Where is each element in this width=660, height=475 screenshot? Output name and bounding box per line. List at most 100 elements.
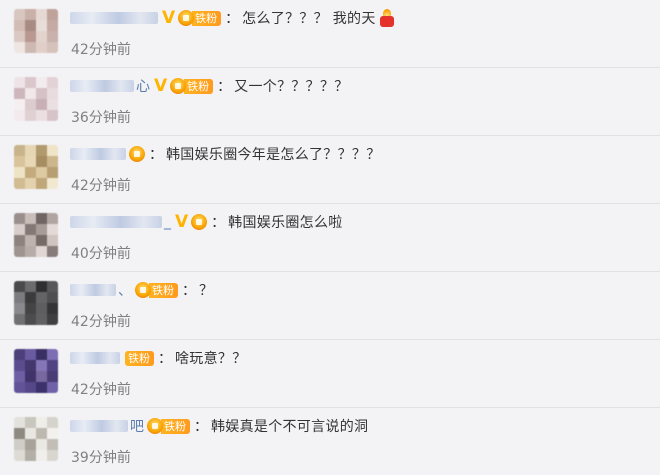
- avatar[interactable]: [14, 417, 58, 461]
- fan-badge-label: 铁粉: [161, 418, 190, 434]
- username-blurred[interactable]: [70, 420, 128, 432]
- avatar-mosaic-tile: [14, 167, 25, 178]
- comment-line: 心 V 铁粉 ： 又一个？？？？？: [70, 75, 349, 97]
- comment-time[interactable]: 36分钟前: [71, 107, 131, 127]
- avatar-mosaic-tile: [14, 281, 25, 292]
- avatar[interactable]: [14, 281, 58, 325]
- fan-badge: 铁粉: [135, 282, 178, 298]
- comment-line: _ V ： 韩国娱乐圈怎么啦: [70, 211, 343, 233]
- username-blurred[interactable]: [70, 352, 120, 364]
- avatar-mosaic-tile: [25, 349, 36, 360]
- avatar-mosaic-tile: [36, 224, 47, 235]
- username-suffix[interactable]: 、: [118, 280, 132, 300]
- avatar-mosaic-tile: [25, 213, 36, 224]
- colon: ：: [182, 283, 196, 299]
- fan-badge: [129, 146, 145, 162]
- avatar-mosaic-tile: [25, 417, 36, 428]
- username-blurred[interactable]: [70, 12, 158, 24]
- avatar-mosaic-tile: [47, 360, 58, 371]
- avatar-mosaic-tile: [47, 20, 58, 31]
- avatar-mosaic-tile: [47, 213, 58, 224]
- avatar[interactable]: [14, 213, 58, 257]
- avatar-mosaic-tile: [14, 31, 25, 42]
- fan-badge-label: 铁粉: [149, 282, 178, 298]
- comment-item: 吧 铁粉 ： 韩娱真是个不可言说的洞 39分钟前: [0, 408, 660, 475]
- comment-text: 啥玩意？？: [175, 351, 247, 367]
- fire-emoji-icon: [379, 9, 395, 27]
- avatar-mosaic-tile: [14, 99, 25, 110]
- fan-crown-icon: [147, 418, 163, 434]
- avatar-mosaic-tile: [47, 292, 58, 303]
- avatar-mosaic-tile: [47, 42, 58, 53]
- avatar-mosaic-tile: [47, 88, 58, 99]
- avatar-mosaic-tile: [36, 9, 47, 20]
- avatar[interactable]: [14, 77, 58, 121]
- avatar-mosaic-tile: [25, 31, 36, 42]
- comment-time[interactable]: 39分钟前: [71, 447, 131, 467]
- avatar-mosaic-tile: [47, 31, 58, 42]
- avatar-mosaic-tile: [47, 178, 58, 189]
- fan-badge: [191, 214, 208, 230]
- avatar-mosaic-tile: [47, 349, 58, 360]
- avatar-mosaic-tile: [25, 235, 36, 246]
- avatar-mosaic-tile: [47, 314, 58, 325]
- vip-icon: V: [162, 8, 176, 28]
- username-suffix[interactable]: 心: [136, 76, 150, 96]
- avatar-mosaic-tile: [14, 110, 25, 121]
- comment-line: 铁粉 ： 啥玩意？？: [70, 347, 247, 369]
- username-blurred[interactable]: [70, 80, 134, 92]
- avatar-mosaic-tile: [25, 178, 36, 189]
- avatar-mosaic-tile: [36, 439, 47, 450]
- comment-text: 韩国娱乐圈怎么啦: [228, 215, 343, 231]
- avatar-mosaic-tile: [47, 99, 58, 110]
- comment-text: 韩国娱乐圈今年是怎么了？？？？: [166, 147, 381, 163]
- comment-time[interactable]: 42分钟前: [71, 311, 131, 331]
- comment-line: 吧 铁粉 ： 韩娱真是个不可言说的洞: [70, 415, 368, 437]
- comment-time[interactable]: 42分钟前: [71, 379, 131, 399]
- fan-badge: 铁粉: [147, 418, 190, 434]
- avatar-mosaic-tile: [47, 110, 58, 121]
- username-suffix[interactable]: 吧: [130, 416, 144, 436]
- avatar-mosaic-tile: [14, 178, 25, 189]
- colon: ：: [194, 419, 208, 435]
- username-blurred[interactable]: [70, 148, 126, 160]
- avatar-mosaic-tile: [47, 450, 58, 461]
- avatar-mosaic-tile: [14, 77, 25, 88]
- comment-time[interactable]: 40分钟前: [71, 243, 131, 263]
- vip-icon: V: [175, 212, 189, 232]
- colon: ：: [225, 11, 240, 27]
- avatar-mosaic-tile: [25, 156, 36, 167]
- avatar-mosaic-tile: [14, 145, 25, 156]
- username-suffix[interactable]: _: [164, 214, 171, 230]
- comment-time[interactable]: 42分钟前: [71, 175, 131, 195]
- avatar-mosaic-tile: [36, 417, 47, 428]
- avatar-mosaic-tile: [36, 292, 47, 303]
- avatar-mosaic-tile: [47, 428, 58, 439]
- fan-badge-label: 铁粉: [192, 10, 222, 26]
- username-blurred[interactable]: [70, 284, 116, 296]
- avatar-mosaic-tile: [36, 360, 47, 371]
- avatar[interactable]: [14, 145, 58, 189]
- comment-item: 、 铁粉 ： ？ 42分钟前: [0, 272, 660, 340]
- fan-badge: 铁粉: [178, 10, 222, 26]
- comment-list: V 铁粉 ： 怎么了？？？ 我的天 42分钟前 心 V 铁粉 ： 又一个？？？？…: [0, 0, 660, 475]
- avatar-mosaic-tile: [25, 360, 36, 371]
- avatar[interactable]: [14, 349, 58, 393]
- avatar-mosaic-tile: [25, 110, 36, 121]
- avatar-mosaic-tile: [47, 156, 58, 167]
- avatar[interactable]: [14, 9, 58, 53]
- avatar-mosaic-tile: [14, 246, 25, 257]
- avatar-mosaic-tile: [14, 156, 25, 167]
- vip-icon: V: [154, 76, 168, 96]
- avatar-mosaic-tile: [14, 417, 25, 428]
- avatar-mosaic-tile: [36, 42, 47, 53]
- avatar-mosaic-tile: [25, 281, 36, 292]
- comment-item: ： 韩国娱乐圈今年是怎么了？？？？ 42分钟前: [0, 136, 660, 204]
- avatar-mosaic-tile: [14, 450, 25, 461]
- fan-badge-label: 铁粉: [125, 350, 154, 366]
- comment-line: V 铁粉 ： 怎么了？？？ 我的天: [70, 7, 395, 29]
- avatar-mosaic-tile: [47, 439, 58, 450]
- username-blurred[interactable]: [70, 216, 162, 228]
- avatar-mosaic-tile: [25, 9, 36, 20]
- comment-time[interactable]: 42分钟前: [71, 39, 131, 59]
